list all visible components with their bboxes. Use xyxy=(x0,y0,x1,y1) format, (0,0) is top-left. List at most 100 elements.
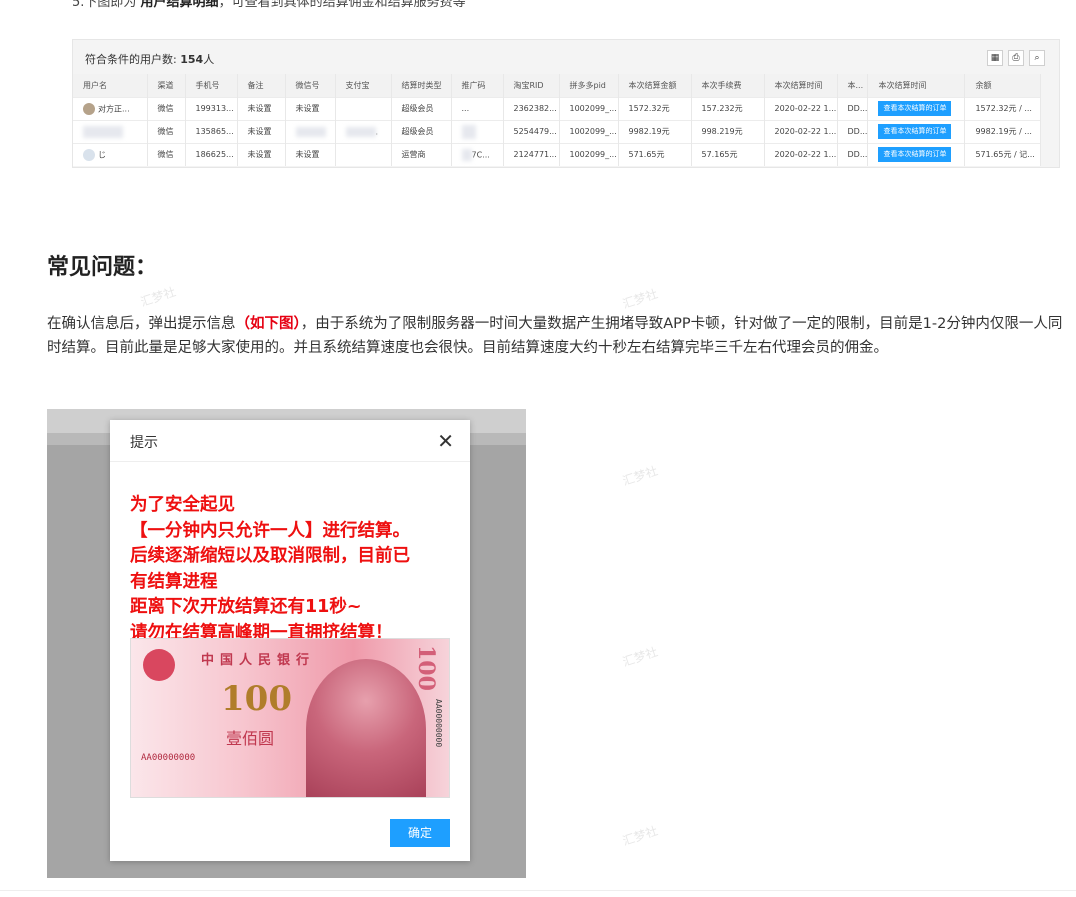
cell-time: 2020-02-22 1... xyxy=(764,142,838,166)
blurred-promo xyxy=(461,124,476,139)
cell-balance: 9982.19元 / ... xyxy=(964,119,1042,143)
count-unit: 人 xyxy=(203,53,215,66)
watermark: 汇梦社 xyxy=(620,286,660,312)
col-header: 本次结算时间 xyxy=(764,74,838,97)
cell-col14: DD... xyxy=(837,142,869,166)
table-toolbar: ▦ ⎙ ⌕ xyxy=(987,50,1045,66)
close-icon[interactable]: ✕ xyxy=(437,429,454,453)
cell-alipay xyxy=(335,96,392,120)
cell-remark: 未设置 xyxy=(237,142,286,166)
cell-remark: 未设置 xyxy=(237,119,286,143)
banknote-serial-vertical: AA00000000 xyxy=(434,699,443,748)
col-header: 淘宝RID xyxy=(503,74,560,97)
cell-channel: 微信 xyxy=(147,142,186,166)
banknote-image: 中国人民银行 100 壹佰圆 AA00000000 100 AA00000000 xyxy=(130,638,450,798)
cell-rid: 5254479... xyxy=(503,119,560,143)
banknote-big-number: 100 xyxy=(413,645,439,691)
columns-icon[interactable]: ▦ xyxy=(987,50,1003,66)
message-line: 【一分钟内只允许一人】进行结算。 xyxy=(130,520,410,541)
cell-amount: 571.65元 xyxy=(618,142,692,166)
blurred-wechat xyxy=(295,126,326,137)
banknote-bank-name: 中国人民银行 xyxy=(201,653,316,668)
cell-username: 对方正... xyxy=(73,96,148,120)
notice-dialog: 提示 ✕ 为了安全起见 【一分钟内只允许一人】进行结算。 后续逐渐缩短以及取消限… xyxy=(110,420,470,861)
blurred-promo xyxy=(461,148,472,161)
view-orders-button[interactable]: 查看本次结算的订单 xyxy=(878,147,952,163)
cell-promo: 7C... xyxy=(451,142,504,166)
avatar xyxy=(83,102,95,115)
search-icon[interactable]: ⌕ xyxy=(1029,50,1045,66)
cell-alipay: . xyxy=(335,119,392,143)
message-line: 距离下次开放结算还有11秒~ xyxy=(130,597,362,617)
col-header: 推广码 xyxy=(451,74,504,97)
cell-col14: DD... xyxy=(837,119,869,143)
cell-pid: 1002099_... xyxy=(559,142,619,166)
message-line: 有结算进程 xyxy=(130,571,218,592)
banknote-serial: AA00000000 xyxy=(141,753,196,763)
col-header: 本次结算金额 xyxy=(618,74,692,97)
col-header: 备注 xyxy=(237,74,286,97)
cell-promo: ... xyxy=(451,96,504,120)
cell-rid: 2362382... xyxy=(503,96,560,120)
table-row: 微信 135865... 未设置 . 超级会员 5254479... 10020… xyxy=(73,119,1042,143)
dialog-header: 提示 ✕ xyxy=(110,420,470,462)
cell-wechat xyxy=(285,119,336,143)
emblem-icon xyxy=(143,649,175,681)
col-header: 支付宝 xyxy=(335,74,392,97)
cell-time: 2020-02-22 1... xyxy=(764,96,838,120)
banknote-cn-denomination: 壹佰圆 xyxy=(226,729,275,748)
avatar xyxy=(83,148,95,161)
col-header: 本次结算时间 xyxy=(867,74,966,97)
dialog-message: 为了安全起见 【一分钟内只允许一人】进行结算。 后续逐渐缩短以及取消限制，目前已… xyxy=(130,493,410,646)
cell-alipay xyxy=(335,142,392,166)
divider xyxy=(0,890,1076,891)
watermark: 汇梦社 xyxy=(620,463,660,489)
cell-remark: 未设置 xyxy=(237,96,286,120)
banknote-denomination: 100 xyxy=(221,679,292,719)
highlight-text: （如下图） xyxy=(235,316,301,332)
cell-username: じ xyxy=(73,142,148,166)
cell-balance: 1572.32元 / ... xyxy=(964,96,1042,120)
dialog-screenshot: 提示 ✕ 为了安全起见 【一分钟内只允许一人】进行结算。 后续逐渐缩短以及取消限… xyxy=(47,409,526,878)
col-header: 拼多多pid xyxy=(559,74,619,97)
step-bold: 用户结算明细 xyxy=(140,0,219,10)
portrait-image xyxy=(306,659,426,797)
user-count: 符合条件的用户数: 154人 xyxy=(85,51,214,67)
cell-type: 超级会员 xyxy=(391,119,452,143)
cell-channel: 微信 xyxy=(147,96,186,120)
count-value: 154 xyxy=(180,53,204,66)
watermark: 汇梦社 xyxy=(138,284,178,310)
watermark: 汇梦社 xyxy=(620,823,660,849)
cell-rid: 2124771... xyxy=(503,142,560,166)
cell-action: 查看本次结算的订单 xyxy=(867,96,966,120)
col-header: 本... xyxy=(837,74,869,97)
table-row: 对方正... 微信 199313... 未设置 未设置 超级会员 ... 236… xyxy=(73,96,1042,120)
cell-username xyxy=(73,119,148,143)
cell-promo xyxy=(451,119,504,143)
confirm-button[interactable]: 确定 xyxy=(390,819,450,847)
settlement-table: 用户名 渠道 手机号 备注 微信号 支付宝 结算时类型 推广码 淘宝RID 拼多… xyxy=(73,74,1042,166)
cell-type: 超级会员 xyxy=(391,96,452,120)
cell-amount: 9982.19元 xyxy=(618,119,692,143)
count-label: 符合条件的用户数: xyxy=(85,53,177,66)
table-row: じ 微信 186625... 未设置 未设置 运营商 7C... 2124771… xyxy=(73,142,1042,166)
step-prefix: 5.下图即为 xyxy=(72,0,141,10)
col-header: 本次手续费 xyxy=(691,74,765,97)
view-orders-button[interactable]: 查看本次结算的订单 xyxy=(878,124,952,139)
faq-title: 常见问题： xyxy=(47,255,158,280)
cell-col14: DD... xyxy=(837,96,869,120)
cell-phone: 186625... xyxy=(185,142,238,166)
cell-wechat: 未设置 xyxy=(285,142,336,166)
dialog-title: 提示 xyxy=(130,435,158,451)
view-orders-button[interactable]: 查看本次结算的订单 xyxy=(878,101,952,116)
table-header-row: 用户名 渠道 手机号 备注 微信号 支付宝 结算时类型 推广码 淘宝RID 拼多… xyxy=(73,74,1042,97)
blurred-avatar xyxy=(83,125,123,138)
col-header: 用户名 xyxy=(73,74,148,97)
cell-wechat: 未设置 xyxy=(285,96,336,120)
step-caption: 5.下图即为 用户结算明细，可查看到具体的结算佣金和结算服务费等 xyxy=(72,0,466,10)
cell-time: 2020-02-22 1... xyxy=(764,119,838,143)
cell-fee: 157.232元 xyxy=(691,96,765,120)
print-icon[interactable]: ⎙ xyxy=(1008,50,1024,66)
col-header: 手机号 xyxy=(185,74,238,97)
cell-amount: 1572.32元 xyxy=(618,96,692,120)
